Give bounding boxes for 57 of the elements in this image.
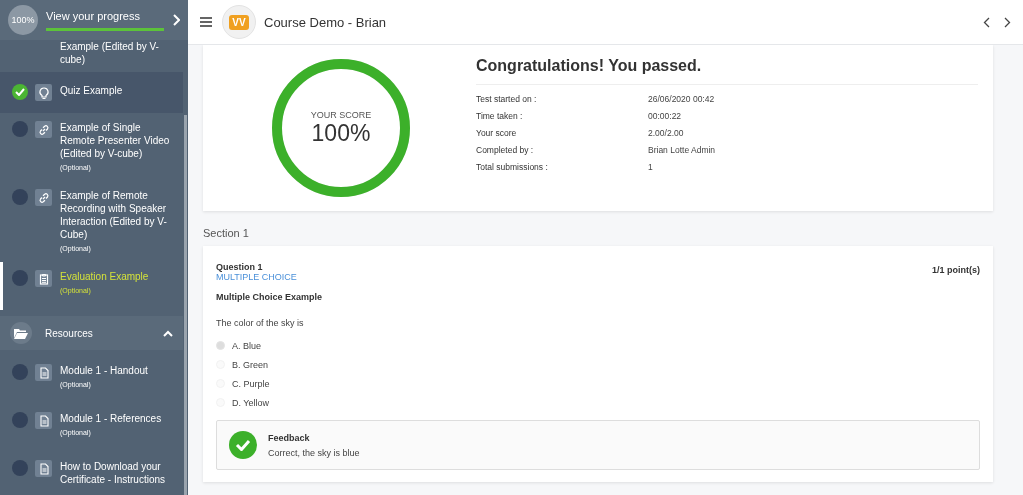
option-label: A. Blue [232,340,262,351]
lesson-title: Example of Remote Recording with Speaker Interaction (Edited by V-Cube) [60,189,168,241]
caret-icon [163,329,173,337]
section-title: Section 1 [203,226,250,241]
lesson-item[interactable]: How to Download your Certificate - Instructions [0,452,183,495]
option-label: D. Yellow [232,397,270,408]
result-heading: Congratulations! You passed. [476,57,978,85]
feedback-text: Correct, the sky is blue [268,447,360,458]
detail-value: 1 [648,162,654,172]
detail-value: 2.00/2.00 [648,128,685,138]
lesson-title: Module 1 - References [60,412,163,425]
logo-text: VV [229,14,249,30]
section-header[interactable]: Resources [0,316,183,350]
lightbulb-icon [35,84,52,101]
detail-value: Brian Lotte Admin [648,145,717,155]
score-value: 100% [311,119,371,147]
link-icon [35,189,52,206]
chevron-left-icon[interactable] [983,16,990,28]
lesson-title: Quiz Example [60,84,124,97]
lesson-title: Example (Edited by V-cube) [60,40,160,66]
course-title: Course Demo - Brian [264,14,388,30]
lesson-item[interactable]: Quiz Example [0,72,183,113]
link-icon [35,121,52,138]
document-icon [35,364,52,381]
detail-value: 26/06/2020 00:42 [648,94,716,104]
chevron-right-icon[interactable] [1004,16,1011,28]
folder-icon [10,322,32,344]
question-number: Question 1 [216,262,264,272]
question-type: MULTIPLE CHOICE [216,272,297,282]
detail-label: Time taken : [476,111,524,121]
chevron-right-icon [172,14,180,26]
clipboard-icon [35,270,52,287]
progress-percent: 100% [8,5,38,35]
detail-label: Completed by : [476,145,535,155]
detail-value: 00:00:22 [648,111,683,121]
lesson-item[interactable]: Example (Edited by V-cube) [0,40,183,72]
question-text: The color of the sky is [216,318,305,328]
score-label: YOUR SCORE [310,109,372,120]
lesson-title: Module 1 - Handout [60,364,149,377]
lesson-title: Example of Single Remote Presenter Video (Edited by V-cube) [60,121,171,160]
progress-label: View your progress [46,9,141,22]
detail-label: Total submissions : [476,162,549,172]
radio-button[interactable] [216,341,225,350]
detail-label: Test started on : [476,94,538,104]
section-title: Resources [45,327,94,339]
question-title: Multiple Choice Example [216,292,324,302]
detail-label: Your score [476,128,518,138]
feedback-title: Feedback [268,432,311,443]
document-icon [35,460,52,477]
option-label: C. Purple [232,378,270,389]
option-label: B. Green [232,359,269,370]
lesson-title: Evaluation Example [60,270,150,283]
document-icon [35,412,52,429]
lesson-title: How to Download your Certificate - Instructions [60,460,167,486]
progress-header[interactable]: 100% View your progress [0,0,188,40]
points-label: 1/1 point(s) [932,265,980,275]
scrollbar[interactable] [184,115,187,495]
